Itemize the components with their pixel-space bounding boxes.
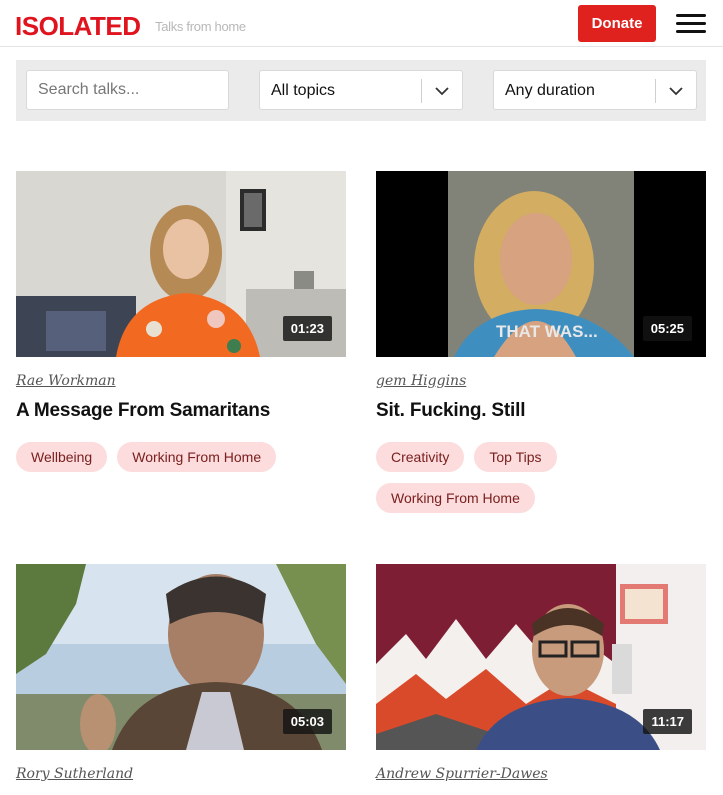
topics-select[interactable]: All topics [259, 70, 463, 110]
tag-list: Wellbeing Working From Home [16, 442, 346, 472]
tag-creativity[interactable]: Creativity [376, 442, 465, 472]
chevron-down-icon [435, 87, 449, 96]
video-thumbnail[interactable]: 05:03 [16, 564, 346, 750]
site-header: ISOLATED Talks from home Donate [0, 0, 723, 47]
tag-top-tips[interactable]: Top Tips [474, 442, 557, 472]
talk-title[interactable]: A Message From Samaritans [16, 400, 270, 422]
select-divider [421, 79, 422, 103]
tagline: Talks from home [155, 19, 246, 34]
video-thumbnail[interactable]: THAT WAS... 05:25 [376, 171, 706, 357]
speaker-link[interactable]: gem Higgins [376, 373, 466, 389]
duration-select-value: Any duration [505, 82, 595, 99]
donate-button[interactable]: Donate [578, 5, 656, 42]
select-divider [655, 79, 656, 103]
thumbnail-caption: THAT WAS... [496, 322, 598, 341]
duration-badge: 01:23 [282, 316, 332, 341]
tag-wellbeing[interactable]: Wellbeing [16, 442, 108, 472]
tag-list: Creativity Top Tips Working From Home [376, 442, 706, 513]
duration-badge: 05:03 [282, 709, 332, 734]
speaker-link[interactable]: Rae Workman [16, 373, 116, 389]
speaker-link[interactable]: Rory Sutherland [16, 766, 133, 782]
video-thumbnail[interactable]: 01:23 [16, 171, 346, 357]
filter-bar: All topics Any duration [16, 60, 706, 121]
tag-working-from-home[interactable]: Working From Home [117, 442, 277, 472]
duration-badge: 11:17 [643, 709, 692, 734]
topics-select-value: All topics [271, 82, 336, 99]
video-thumbnail[interactable]: 11:17 [376, 564, 706, 750]
speaker-link[interactable]: Andrew Spurrier-Dawes [376, 766, 548, 782]
duration-badge: 05:25 [642, 316, 692, 341]
logo[interactable]: ISOLATED [15, 12, 141, 40]
talk-title[interactable]: Sit. Fucking. Still [376, 400, 525, 422]
search-input[interactable] [26, 70, 229, 110]
tag-working-from-home[interactable]: Working From Home [376, 483, 535, 513]
chevron-down-icon [669, 87, 683, 96]
duration-select[interactable]: Any duration [493, 70, 697, 110]
menu-icon[interactable] [676, 12, 706, 34]
